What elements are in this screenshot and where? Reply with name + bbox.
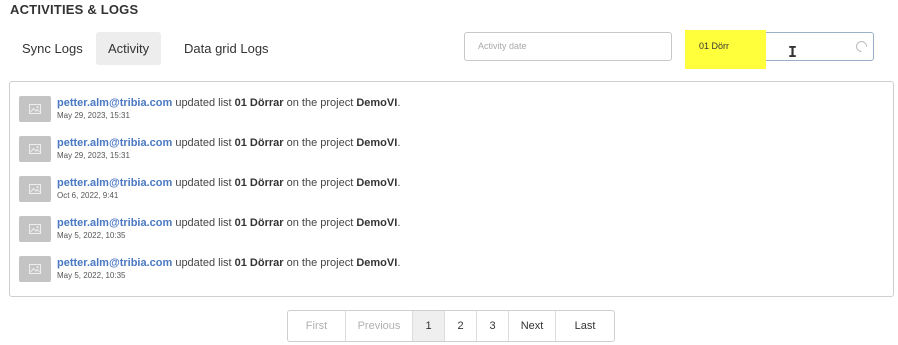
pagination-first-button[interactable]: First xyxy=(288,311,346,341)
spinner-icon xyxy=(853,38,870,55)
log-user-link[interactable]: petter.alm@tribia.com xyxy=(57,217,172,229)
log-timestamp: May 29, 2023, 15:31 xyxy=(57,111,130,120)
log-mid: on the project xyxy=(283,97,357,109)
pagination-last-button[interactable]: Last xyxy=(556,311,614,341)
pagination: First Previous 1 2 3 Next Last xyxy=(287,310,615,342)
log-list-name: 01 Dörrar xyxy=(234,97,284,109)
image-placeholder-icon xyxy=(19,176,51,202)
activity-log-panel: petter.alm@tribia.com updated list 01 Dö… xyxy=(9,81,894,297)
log-mid: on the project xyxy=(283,217,357,229)
log-timestamp: May 5, 2022, 10:35 xyxy=(57,271,126,280)
log-project-name: DemoVI xyxy=(356,217,398,229)
log-mid: on the project xyxy=(283,137,357,149)
log-timestamp: May 29, 2023, 15:31 xyxy=(57,151,130,160)
pagination-next-button[interactable]: Next xyxy=(509,311,556,341)
log-action: updated list xyxy=(172,257,235,269)
log-action: updated list xyxy=(172,217,235,229)
log-action: updated list xyxy=(172,137,235,149)
tab-sync-logs[interactable]: Sync Logs xyxy=(10,32,95,65)
log-end: . xyxy=(397,257,401,269)
pagination-page-1[interactable]: 1 xyxy=(413,311,445,341)
pagination-previous-button[interactable]: Previous xyxy=(346,311,413,341)
pagination-page-3[interactable]: 3 xyxy=(477,311,509,341)
image-placeholder-icon xyxy=(19,96,51,122)
log-end: . xyxy=(397,97,401,109)
image-placeholder-icon xyxy=(19,216,51,242)
pagination-page-2[interactable]: 2 xyxy=(445,311,477,341)
log-user-link[interactable]: petter.alm@tribia.com xyxy=(57,177,172,189)
section-title: ACTIVITIES & LOGS xyxy=(10,2,139,17)
list-search-input[interactable]: 01 Dörr xyxy=(685,30,874,69)
log-action: updated list xyxy=(172,97,235,109)
log-project-name: DemoVI xyxy=(356,137,398,149)
log-list-name: 01 Dörrar xyxy=(234,257,284,269)
image-placeholder-icon xyxy=(19,136,51,162)
tab-data-grid-logs[interactable]: Data grid Logs xyxy=(172,32,281,65)
tab-activity[interactable]: Activity xyxy=(96,32,162,65)
log-action: updated list xyxy=(172,177,235,189)
image-placeholder-icon xyxy=(19,256,51,282)
search-input-value: 01 Dörr xyxy=(699,41,730,51)
log-mid: on the project xyxy=(283,257,357,269)
log-project-name: DemoVI xyxy=(356,97,398,109)
log-user-link[interactable]: petter.alm@tribia.com xyxy=(57,257,172,269)
log-timestamp: Oct 6, 2022, 9:41 xyxy=(57,191,119,200)
text-cursor-icon: I xyxy=(788,43,798,61)
activity-date-input[interactable]: Activity date xyxy=(464,32,672,61)
log-end: . xyxy=(397,137,401,149)
log-user-link[interactable]: petter.alm@tribia.com xyxy=(57,97,172,109)
log-project-name: DemoVI xyxy=(356,177,398,189)
log-mid: on the project xyxy=(283,177,357,189)
log-project-name: DemoVI xyxy=(356,257,398,269)
log-user-link[interactable]: petter.alm@tribia.com xyxy=(57,137,172,149)
log-list-name: 01 Dörrar xyxy=(234,177,284,189)
log-timestamp: May 5, 2022, 10:35 xyxy=(57,231,126,240)
log-end: . xyxy=(397,217,401,229)
log-end: . xyxy=(397,177,401,189)
log-list-name: 01 Dörrar xyxy=(234,217,284,229)
log-list-name: 01 Dörrar xyxy=(234,137,284,149)
